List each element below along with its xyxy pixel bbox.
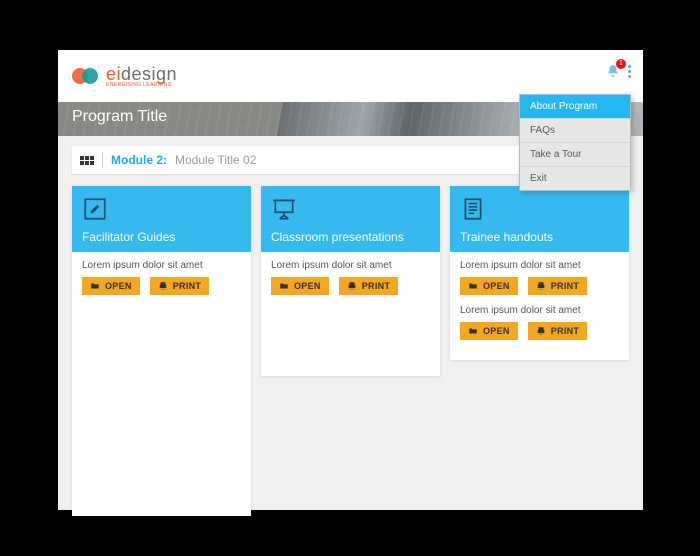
print-icon	[347, 281, 357, 291]
item-text: Lorem ipsum dolor sit amet	[271, 260, 430, 271]
list-item: Lorem ipsum dolor sit amet OPEN PRINT	[460, 260, 619, 295]
card-title: Trainee handouts	[460, 230, 619, 244]
print-icon	[536, 281, 546, 291]
folder-icon	[468, 326, 478, 336]
notification-count-badge: 1	[616, 59, 626, 69]
card-facilitator-guides: Facilitator Guides Lorem ipsum dolor sit…	[72, 186, 251, 516]
module-grid-button[interactable]	[80, 156, 94, 165]
menu-item-take-a-tour[interactable]: Take a Tour	[520, 143, 630, 167]
app-window: eidesign ENERGISING LEARNING 1 About Pro…	[58, 50, 643, 510]
card-trainee-handouts: Trainee handouts Lorem ipsum dolor sit a…	[450, 186, 629, 360]
folder-icon	[279, 281, 289, 291]
menu-item-faqs[interactable]: FAQs	[520, 119, 630, 143]
divider	[102, 152, 103, 168]
notifications-button[interactable]: 1	[606, 64, 620, 78]
brand-logo: eidesign ENERGISING LEARNING	[72, 65, 177, 88]
open-button[interactable]: OPEN	[460, 277, 518, 295]
print-button[interactable]: PRINT	[528, 322, 588, 340]
folder-icon	[90, 281, 100, 291]
folder-icon	[468, 281, 478, 291]
logo-mark-icon	[72, 67, 104, 85]
open-button[interactable]: OPEN	[460, 322, 518, 340]
breadcrumb-module[interactable]: Module 2:	[111, 153, 167, 167]
brand-name: eidesign	[106, 65, 177, 83]
card-title: Facilitator Guides	[82, 230, 241, 244]
list-item: Lorem ipsum dolor sit amet OPEN PRINT	[271, 260, 430, 295]
print-icon	[158, 281, 168, 291]
card-classroom-presentations: Classroom presentations Lorem ipsum dolo…	[261, 186, 440, 376]
item-text: Lorem ipsum dolor sit amet	[460, 260, 619, 271]
print-button[interactable]: PRINT	[339, 277, 399, 295]
open-button[interactable]: OPEN	[82, 277, 140, 295]
header-bar: eidesign ENERGISING LEARNING 1 About Pro…	[58, 50, 643, 102]
print-icon	[536, 326, 546, 336]
card-title: Classroom presentations	[271, 230, 430, 244]
brand-tagline: ENERGISING LEARNING	[106, 83, 177, 88]
list-item: Lorem ipsum dolor sit amet OPEN PRINT	[460, 305, 619, 340]
item-text: Lorem ipsum dolor sit amet	[460, 305, 619, 316]
document-icon	[460, 196, 486, 222]
edit-square-icon	[82, 196, 108, 222]
print-button[interactable]: PRINT	[528, 277, 588, 295]
projector-icon	[271, 196, 297, 222]
cards-row: Facilitator Guides Lorem ipsum dolor sit…	[58, 174, 643, 530]
open-button[interactable]: OPEN	[271, 277, 329, 295]
more-menu-button[interactable]	[628, 65, 631, 78]
item-text: Lorem ipsum dolor sit amet	[82, 260, 241, 271]
menu-item-exit[interactable]: Exit	[520, 167, 630, 190]
program-title: Program Title	[72, 108, 167, 126]
breadcrumb-title: Module Title 02	[175, 153, 256, 167]
more-menu-dropdown: About Program FAQs Take a Tour Exit	[519, 94, 631, 191]
list-item: Lorem ipsum dolor sit amet OPEN PRINT	[82, 260, 241, 295]
menu-item-about-program[interactable]: About Program	[520, 95, 630, 119]
print-button[interactable]: PRINT	[150, 277, 210, 295]
